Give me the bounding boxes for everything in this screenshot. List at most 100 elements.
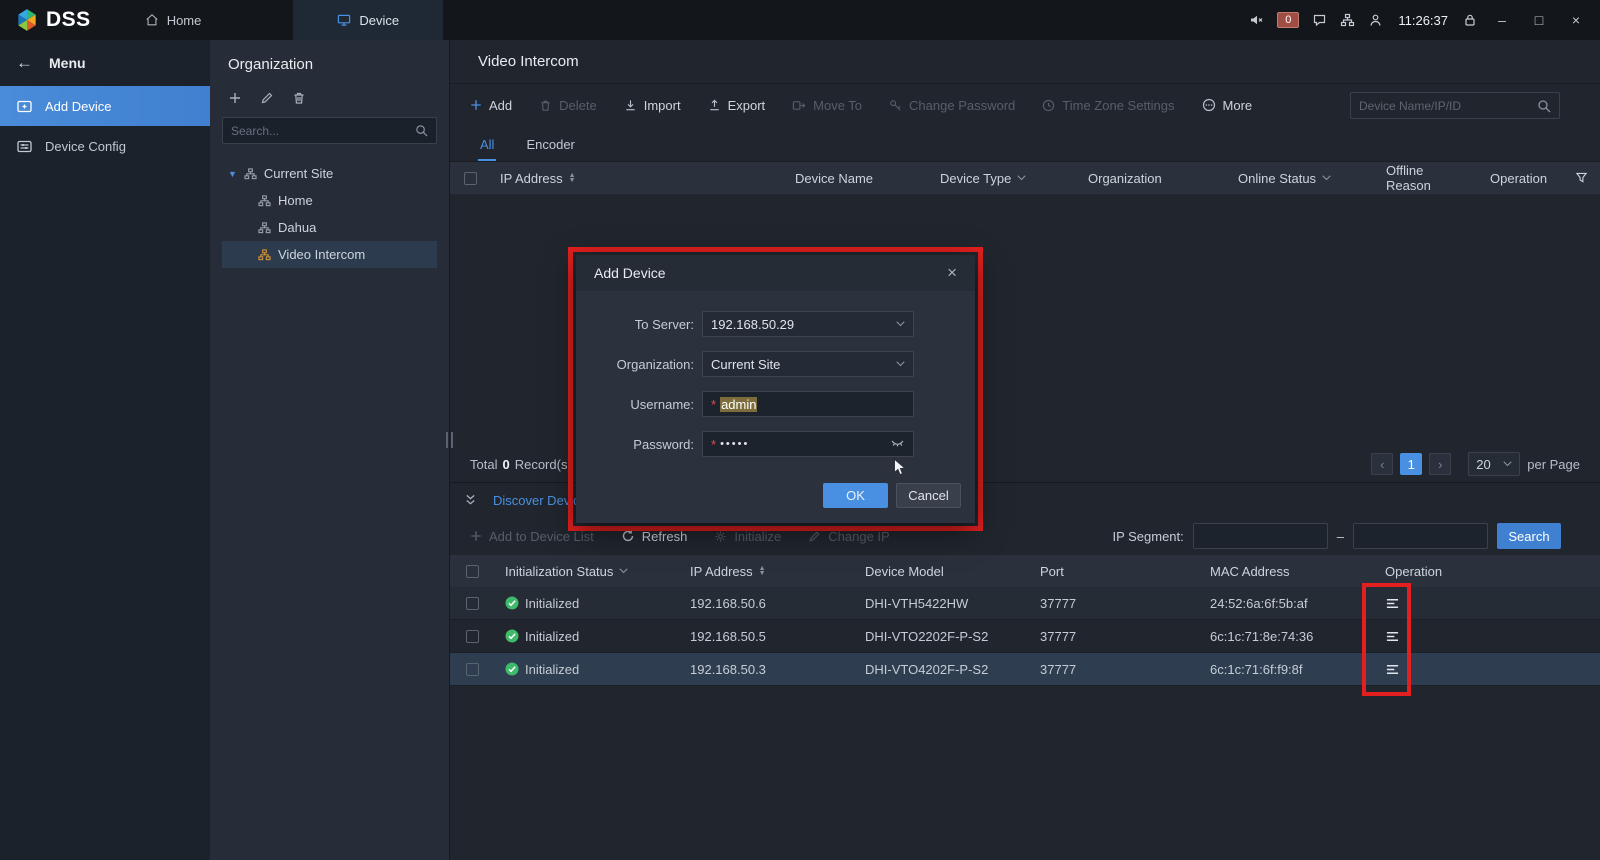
sidebar-item-add-device[interactable]: Add Device — [0, 86, 210, 126]
back-arrow-icon[interactable]: ← — [16, 53, 33, 73]
column-device-model: Device Model — [865, 564, 944, 579]
discover-row[interactable]: Initialized 192.168.50.6 DHI-VTH5422HW 3… — [450, 587, 1600, 620]
ok-button[interactable]: OK — [823, 483, 888, 508]
operation-menu-icon[interactable] — [1385, 597, 1400, 610]
organization-search-input[interactable] — [231, 124, 415, 138]
operation-menu-icon[interactable] — [1385, 630, 1400, 643]
more-icon — [1202, 98, 1216, 112]
sort-icon[interactable]: ▲▼ — [759, 567, 766, 576]
filter-caret-icon[interactable] — [1322, 175, 1331, 181]
row-checkbox[interactable] — [466, 630, 479, 643]
prev-page-button[interactable]: ‹ — [1371, 453, 1393, 475]
ip-segment-start-input[interactable] — [1193, 523, 1328, 549]
tree-node-current-site[interactable]: ▼ Current Site — [222, 160, 437, 187]
sidebar-item-device-config[interactable]: Device Config — [0, 126, 210, 166]
row-checkbox[interactable] — [466, 597, 479, 610]
tree-expand-icon[interactable]: ▼ — [228, 169, 237, 179]
chevron-down-icon — [1503, 461, 1512, 467]
delete-org-icon[interactable] — [292, 91, 306, 105]
close-button[interactable]: × — [1564, 12, 1588, 28]
import-button[interactable]: Import — [624, 98, 681, 113]
device-mac: 6c:1c:71:8e:74:36 — [1200, 629, 1375, 644]
clock: 11:26:37 — [1398, 13, 1448, 28]
cancel-button[interactable]: Cancel — [896, 483, 961, 508]
edit-org-icon[interactable] — [260, 91, 274, 105]
tree-node-home[interactable]: Home — [222, 187, 437, 214]
to-server-select[interactable]: 192.168.50.29 — [702, 311, 914, 337]
operation-menu-icon[interactable] — [1385, 663, 1400, 676]
trash-icon — [539, 99, 552, 112]
app-logo: DSS — [0, 7, 109, 33]
device-search-input[interactable] — [1359, 99, 1537, 113]
move-to-button[interactable]: Move To — [792, 98, 862, 113]
lock-icon[interactable] — [1463, 13, 1477, 27]
device-model: DHI-VTO2202F-P-S2 — [855, 629, 1030, 644]
total-label: Total — [470, 457, 497, 472]
current-page-button[interactable]: 1 — [1400, 453, 1422, 475]
splitter-handle[interactable] — [446, 432, 453, 448]
device-ip: 192.168.50.5 — [680, 629, 855, 644]
logo-text: DSS — [46, 8, 91, 32]
filter-caret-icon[interactable] — [1017, 175, 1026, 181]
tree-node-dahua[interactable]: Dahua — [222, 214, 437, 241]
device-port: 37777 — [1030, 629, 1200, 644]
password-label: Password: — [576, 437, 694, 452]
row-checkbox[interactable] — [466, 663, 479, 676]
password-value: ••••• — [720, 438, 749, 450]
organization-select[interactable]: Current Site — [702, 351, 914, 377]
minimize-button[interactable]: – — [1490, 12, 1514, 28]
export-button[interactable]: Export — [708, 98, 766, 113]
next-page-button[interactable]: › — [1429, 453, 1451, 475]
tab-device[interactable]: Device — [293, 0, 443, 40]
organization-search — [222, 117, 437, 144]
collapse-panel-icon[interactable] — [464, 494, 477, 506]
tab-device-label: Device — [359, 13, 399, 28]
add-org-icon[interactable] — [228, 91, 242, 105]
filter-caret-icon[interactable] — [619, 568, 628, 574]
initialized-check-icon — [505, 629, 519, 643]
gear-icon — [714, 530, 727, 543]
discover-row[interactable]: Initialized 192.168.50.3 DHI-VTO4202F-P-… — [450, 653, 1600, 686]
sort-icon[interactable]: ▲▼ — [569, 174, 576, 183]
home-icon — [145, 13, 159, 27]
mute-icon[interactable] — [1248, 13, 1264, 27]
ip-search-button[interactable]: Search — [1497, 523, 1561, 549]
eye-closed-icon[interactable] — [890, 439, 905, 449]
add-button[interactable]: Add — [470, 98, 512, 113]
filter-funnel-icon[interactable] — [1575, 172, 1588, 184]
tab-home[interactable]: Home — [109, 0, 238, 40]
clock-icon — [1042, 99, 1055, 112]
chevron-down-icon — [896, 361, 905, 367]
password-field[interactable]: * ••••• — [702, 431, 914, 457]
ip-segment-group: IP Segment: – Search — [1112, 523, 1561, 549]
discover-row[interactable]: Initialized 192.168.50.5 DHI-VTO2202F-P-… — [450, 620, 1600, 653]
ip-segment-label: IP Segment: — [1112, 529, 1183, 544]
menu-title: Menu — [49, 55, 86, 71]
change-password-button[interactable]: Change Password — [889, 98, 1015, 113]
username-label: Username: — [576, 397, 694, 412]
dialog-close-button[interactable]: × — [947, 263, 957, 283]
tab-all[interactable]: All — [478, 137, 496, 161]
username-field[interactable]: * admin — [702, 391, 914, 417]
ip-segment-end-input[interactable] — [1353, 523, 1488, 549]
site-icon — [258, 249, 271, 261]
tab-home-label: Home — [167, 13, 202, 28]
user-icon[interactable] — [1368, 13, 1383, 27]
select-all-checkbox[interactable] — [466, 565, 479, 578]
select-all-checkbox[interactable] — [464, 172, 477, 185]
maximize-button[interactable]: □ — [1527, 12, 1551, 28]
more-button[interactable]: More — [1202, 98, 1253, 113]
page-size-select[interactable]: 20 — [1468, 452, 1520, 476]
message-icon[interactable] — [1312, 13, 1327, 27]
refresh-icon — [621, 529, 635, 543]
search-icon[interactable] — [415, 124, 428, 137]
time-zone-settings-button[interactable]: Time Zone Settings — [1042, 98, 1174, 113]
tree-node-video-intercom[interactable]: Video Intercom — [222, 241, 437, 268]
tab-encoder[interactable]: Encoder — [524, 137, 576, 161]
pagination: ‹ 1 › 20 per Page — [1371, 452, 1580, 476]
delete-button[interactable]: Delete — [539, 98, 597, 113]
dialog-title: Add Device — [594, 265, 666, 281]
search-icon[interactable] — [1537, 99, 1551, 113]
sitemap-icon[interactable] — [1340, 13, 1355, 27]
to-server-label: To Server: — [576, 317, 694, 332]
